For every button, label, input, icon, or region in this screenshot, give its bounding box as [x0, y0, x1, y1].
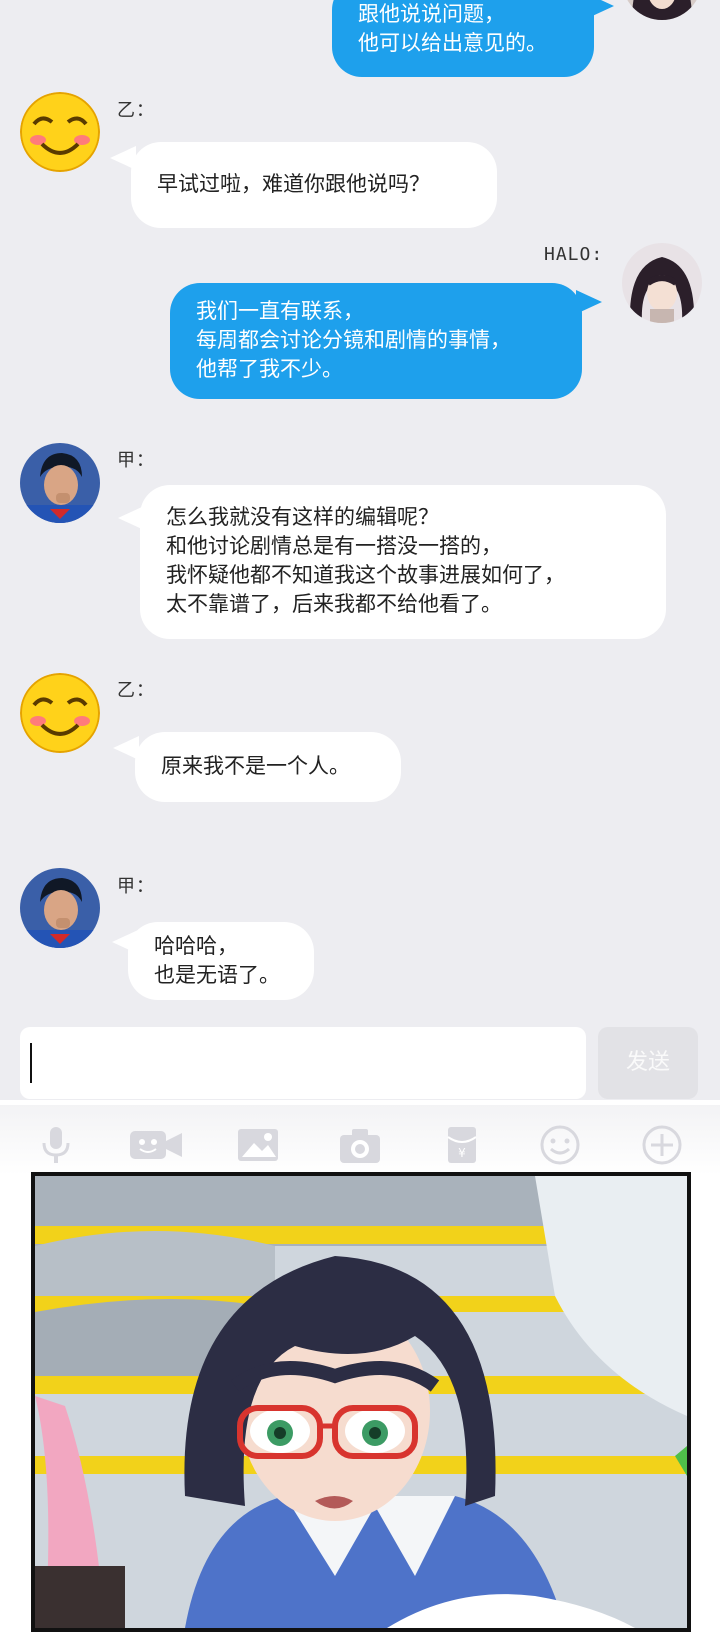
message-bubble-outgoing: 我们一直有联系， 每周都会讨论分镜和剧情的事情， 他帮了我不少。	[170, 283, 582, 399]
sender-name: 甲：	[117, 876, 155, 897]
emoji-icon[interactable]	[538, 1125, 582, 1165]
plus-icon[interactable]	[640, 1125, 684, 1165]
message-line: 跟他说说问题，	[358, 2, 505, 26]
avatar-halo	[622, 0, 702, 20]
comic-illustration	[35, 1176, 687, 1628]
message-line: 每周都会讨论分镜和剧情的事情，	[196, 328, 511, 352]
message-line: 也是无语了。	[154, 963, 280, 987]
message-line: 他可以给出意见的。	[358, 31, 547, 55]
chat-toolbar: ¥	[0, 1105, 720, 1175]
microphone-icon[interactable]	[34, 1125, 78, 1165]
red-envelope-icon[interactable]: ¥	[440, 1125, 484, 1165]
video-icon[interactable]	[128, 1125, 184, 1165]
message-bubble-incoming: 早试过啦，难道你跟他说吗？	[131, 142, 497, 228]
sender-name: HALO:	[544, 244, 604, 265]
message-line: 和他讨论剧情总是有一搭没一搭的，	[166, 534, 502, 558]
message-bubble-outgoing: 跟他说说问题， 他可以给出意见的。	[332, 0, 594, 77]
avatar-smiley	[20, 673, 100, 753]
sender-name: 甲：	[117, 450, 155, 471]
text-caret	[30, 1043, 32, 1083]
message-bubble-incoming: 哈哈哈， 也是无语了。	[128, 922, 314, 1000]
avatar-jia	[20, 443, 100, 523]
avatar-jia	[20, 868, 100, 948]
message-bubble-incoming: 原来我不是一个人。	[135, 732, 401, 802]
comic-panel	[31, 1172, 691, 1632]
chat-area: 跟他说说问题， 他可以给出意见的。 乙： 早试过啦，难道你跟他说吗？ HALO:…	[0, 0, 720, 1100]
message-bubble-incoming: 怎么我就没有这样的编辑呢？ 和他讨论剧情总是有一搭没一搭的， 我怀疑他都不知道我…	[140, 485, 666, 639]
message-line: 早试过啦，难道你跟他说吗？	[157, 172, 430, 196]
message-line: 我们一直有联系，	[196, 299, 364, 323]
svg-text:¥: ¥	[458, 1146, 466, 1160]
camera-icon[interactable]	[338, 1125, 382, 1165]
message-line: 原来我不是一个人。	[161, 754, 350, 778]
message-line: 他帮了我不少。	[196, 357, 343, 381]
message-input[interactable]	[20, 1027, 586, 1099]
sender-name: 乙：	[117, 100, 155, 121]
message-line: 太不靠谱了，后来我都不给他看了。	[166, 592, 502, 616]
send-button[interactable]: 发送	[598, 1027, 698, 1099]
bubble-tail	[588, 0, 614, 18]
message-line: 我怀疑他都不知道我这个故事进展如何了，	[166, 563, 565, 587]
avatar-smiley	[20, 92, 100, 172]
sender-name: 乙：	[117, 680, 155, 701]
image-icon[interactable]	[236, 1125, 280, 1165]
avatar-halo	[622, 243, 702, 323]
message-line: 哈哈哈，	[154, 934, 238, 958]
message-line: 怎么我就没有这样的编辑呢？	[166, 505, 439, 529]
